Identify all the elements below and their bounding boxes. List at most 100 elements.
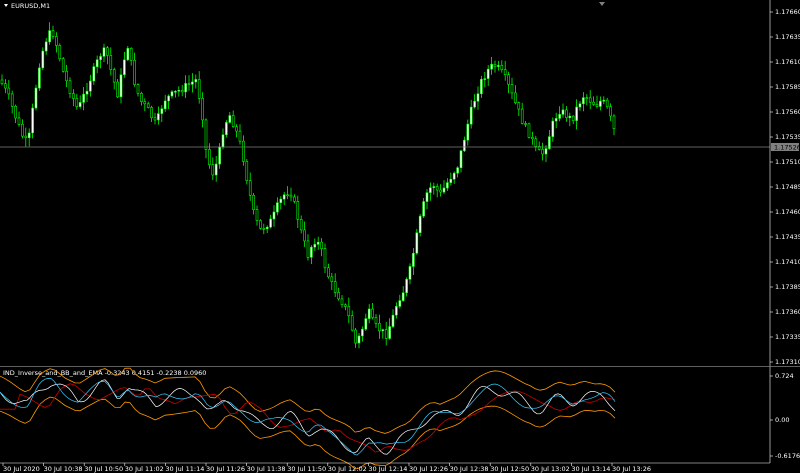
symbol-header[interactable]: EURUSD,M1	[4, 2, 50, 10]
price-axis-label: 1.17510	[775, 158, 800, 166]
candle-body	[469, 106, 473, 125]
candle-body	[89, 80, 92, 92]
candle-body	[65, 70, 68, 82]
candle-body	[99, 56, 102, 61]
time-axis-label: 30 Jul 11:26	[206, 465, 245, 473]
candle-body	[34, 87, 38, 109]
candle-body	[497, 65, 500, 67]
candle-body	[231, 115, 235, 127]
candle-body	[371, 308, 374, 318]
candle-body	[602, 99, 606, 102]
candle-body	[405, 278, 408, 294]
candle-body	[306, 240, 310, 258]
time-axis-label: 30 Jul 11:38	[247, 465, 286, 473]
candle-body	[4, 83, 7, 89]
candle-body	[276, 202, 279, 213]
indicator-scale-bottom: -0.6176	[775, 452, 800, 460]
price-axis-ticks: 1.17660 1.17635 1.17610 1.17585 1.17560 1.175…	[770, 8, 800, 366]
indicator-pane[interactable]: IND_Inverse_and_BB_and_EMA -0.3243 0.415…	[0, 367, 800, 470]
candle-body	[357, 335, 361, 344]
candle-body	[432, 186, 436, 188]
candle-body	[310, 246, 313, 258]
candle-body	[238, 130, 242, 142]
time-axis-label: 30 Jul 12:38	[450, 465, 489, 473]
candle-body	[55, 36, 58, 46]
candle-body	[72, 93, 75, 99]
candle-body	[211, 164, 215, 176]
time-axis[interactable]: 30 Jul 2020 30 Jul 10:38 30 Jul 10:50 30 Ju…	[0, 462, 770, 473]
price-axis[interactable]: 1.17660 1.17635 1.17610 1.17585 1.17560 1.175…	[769, 0, 800, 463]
candle-body	[286, 194, 289, 197]
candle-body	[446, 182, 449, 189]
candle-body	[68, 80, 72, 94]
price-axis-label: 1.17335	[775, 333, 800, 341]
candle-body	[449, 178, 453, 183]
candle-body	[140, 92, 143, 102]
candle-body	[398, 300, 402, 307]
time-axis-label: 30 Jul 13:02	[531, 465, 570, 473]
price-axis-label: 1.17385	[775, 283, 800, 291]
symbol-title: EURUSD,M1	[11, 2, 50, 10]
candle-body	[517, 102, 521, 110]
time-axis-ticks: 30 Jul 2020 30 Jul 10:38 30 Jul 10:50 30 Ju…	[2, 463, 651, 473]
candle-body	[75, 98, 79, 107]
candle-body	[299, 218, 303, 231]
candle-body	[527, 123, 531, 138]
candle-body	[313, 244, 317, 248]
time-axis-label: 30 Jul 12:50	[490, 465, 529, 473]
candle-body	[456, 167, 459, 174]
candle-body	[133, 60, 136, 85]
candle-body	[10, 93, 14, 107]
candle-body	[235, 126, 238, 132]
candle-body	[116, 81, 119, 98]
candle-body	[24, 135, 28, 139]
candle-body	[102, 47, 106, 57]
candle-body	[333, 281, 337, 293]
candle-body	[41, 50, 45, 69]
inverse-line	[0, 379, 616, 455]
candle-body	[95, 59, 99, 67]
candle-body	[459, 150, 463, 169]
price-axis-label: 1.17660	[775, 8, 800, 16]
candle-body	[82, 93, 85, 103]
candle-body	[395, 306, 398, 316]
candle-body	[218, 146, 221, 165]
candle-body	[150, 107, 153, 119]
candle-body	[126, 48, 130, 61]
candle-body	[490, 64, 493, 70]
candle-body	[364, 318, 368, 330]
candle-body	[534, 138, 538, 147]
candle-body	[7, 87, 11, 95]
candle-body	[259, 220, 262, 229]
current-price-label: 1.17526	[774, 144, 800, 152]
candle-body	[191, 81, 194, 85]
candle-body	[605, 99, 609, 107]
candle-body	[153, 117, 157, 121]
candle-body	[384, 329, 388, 339]
price-axis-label: 1.17635	[775, 33, 800, 41]
time-axis-label: 30 Jul 13:26	[612, 465, 651, 473]
time-axis-label: 30 Jul 12:14	[368, 465, 407, 473]
candle-body	[194, 79, 198, 83]
candle-body	[412, 252, 415, 267]
candle-body	[531, 137, 534, 140]
trading-chart[interactable]: EURUSD,M1 1.176601.176351.176101.175851.…	[0, 0, 800, 473]
price-axis-label: 1.17460	[775, 208, 800, 216]
candle-body	[381, 329, 385, 332]
candle-body	[391, 314, 395, 327]
candle-body	[85, 90, 89, 95]
candle-body	[486, 68, 490, 79]
candle-body	[296, 201, 300, 220]
candle-body	[167, 95, 170, 102]
candle-body	[544, 148, 548, 155]
candle-body	[157, 113, 160, 121]
candle-body	[344, 304, 347, 307]
candle-body	[503, 69, 507, 75]
candle-body	[347, 306, 351, 317]
candle-body	[262, 228, 266, 230]
candle-body	[575, 106, 578, 121]
price-pane-background[interactable]	[0, 0, 770, 366]
price-chart-pane[interactable]	[0, 0, 770, 366]
candle-body	[480, 79, 483, 95]
candle-body	[38, 67, 41, 89]
